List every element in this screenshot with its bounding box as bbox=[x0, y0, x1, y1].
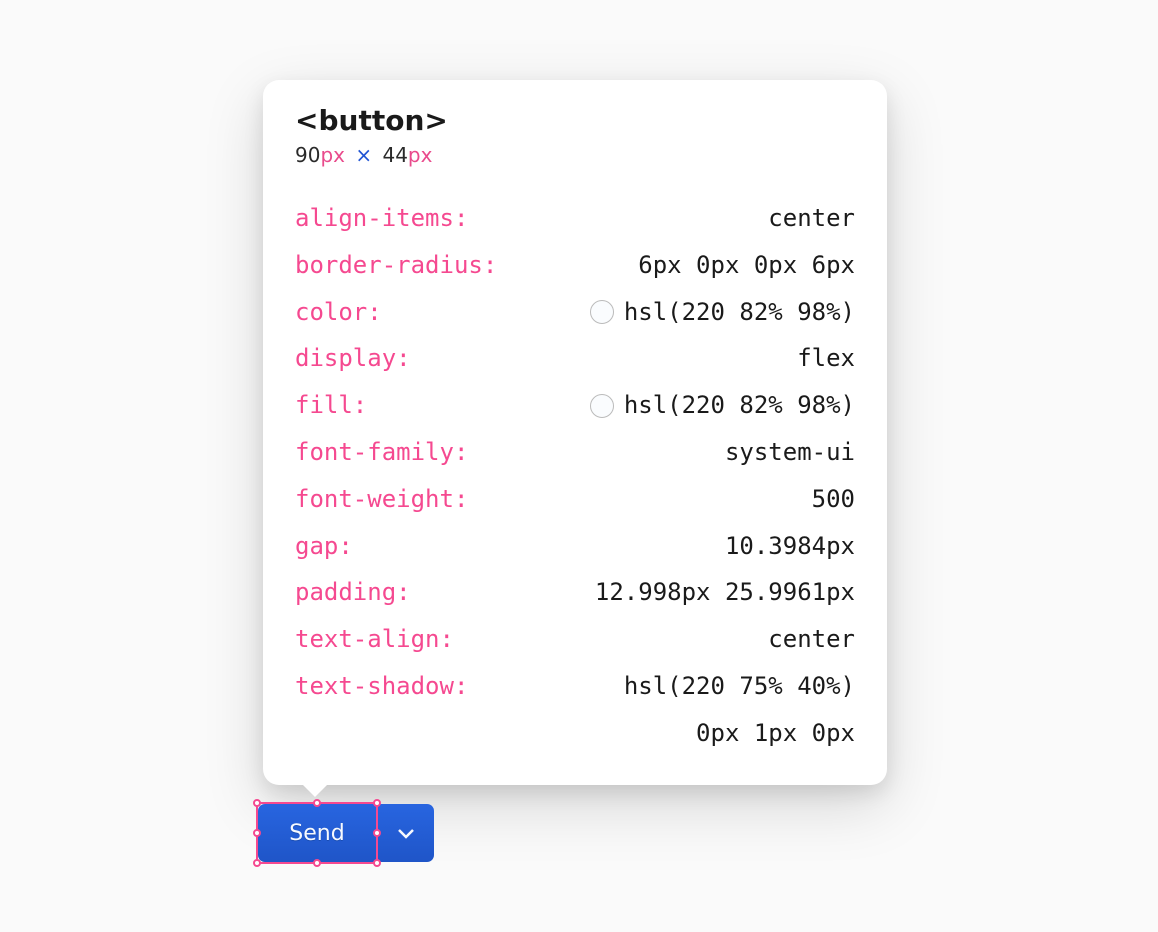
property-value: hsl(220 82% 98%) bbox=[590, 382, 855, 429]
width-unit: px bbox=[320, 143, 345, 167]
property-value: system-ui bbox=[725, 429, 855, 476]
property-row: font-family: system-ui bbox=[295, 429, 855, 476]
property-value: hsl(220 75% 40%) 0px 1px 0px bbox=[624, 663, 855, 757]
property-name: padding: bbox=[295, 569, 411, 616]
dropdown-button[interactable] bbox=[378, 804, 434, 862]
width-value: 90 bbox=[295, 143, 320, 167]
property-value: flex bbox=[797, 335, 855, 382]
property-row: text-align: center bbox=[295, 616, 855, 663]
send-button[interactable]: Send bbox=[258, 804, 376, 862]
property-row: font-weight: 500 bbox=[295, 476, 855, 523]
element-tag-label: <button> bbox=[295, 104, 855, 137]
property-name: gap: bbox=[295, 523, 353, 570]
dimensions-separator: × bbox=[355, 143, 372, 167]
dimensions-label: 90px × 44px bbox=[295, 143, 855, 167]
inspector-tooltip: <button> 90px × 44px align-items: center… bbox=[263, 80, 887, 785]
property-value: center bbox=[768, 616, 855, 663]
property-row: display: flex bbox=[295, 335, 855, 382]
property-row: fill: hsl(220 82% 98%) bbox=[295, 382, 855, 429]
property-value: 10.3984px bbox=[725, 523, 855, 570]
property-name: align-items: bbox=[295, 195, 468, 242]
property-value: hsl(220 82% 98%) bbox=[590, 289, 855, 336]
property-value: center bbox=[768, 195, 855, 242]
property-name: font-family: bbox=[295, 429, 468, 476]
property-name: color: bbox=[295, 289, 382, 336]
color-swatch-icon bbox=[590, 300, 614, 324]
send-button-label: Send bbox=[289, 821, 344, 846]
property-row: align-items: center bbox=[295, 195, 855, 242]
height-value: 44 bbox=[382, 143, 407, 167]
property-value: 12.998px 25.9961px bbox=[595, 569, 855, 616]
property-value: 500 bbox=[812, 476, 855, 523]
chevron-down-icon bbox=[397, 828, 415, 839]
color-swatch-icon bbox=[590, 394, 614, 418]
property-name: text-shadow: bbox=[295, 663, 468, 710]
property-name: fill: bbox=[295, 382, 367, 429]
css-properties-list: align-items: center border-radius: 6px 0… bbox=[295, 195, 855, 757]
property-name: font-weight: bbox=[295, 476, 468, 523]
property-row: text-shadow: hsl(220 75% 40%) 0px 1px 0p… bbox=[295, 663, 855, 757]
height-unit: px bbox=[408, 143, 433, 167]
property-value: 6px 0px 0px 6px bbox=[638, 242, 855, 289]
property-row: color: hsl(220 82% 98%) bbox=[295, 289, 855, 336]
property-name: text-align: bbox=[295, 616, 454, 663]
property-row: border-radius: 6px 0px 0px 6px bbox=[295, 242, 855, 289]
property-name: border-radius: bbox=[295, 242, 497, 289]
property-row: padding: 12.998px 25.9961px bbox=[295, 569, 855, 616]
button-group: Send bbox=[258, 804, 434, 862]
property-row: gap: 10.3984px bbox=[295, 523, 855, 570]
property-name: display: bbox=[295, 335, 411, 382]
